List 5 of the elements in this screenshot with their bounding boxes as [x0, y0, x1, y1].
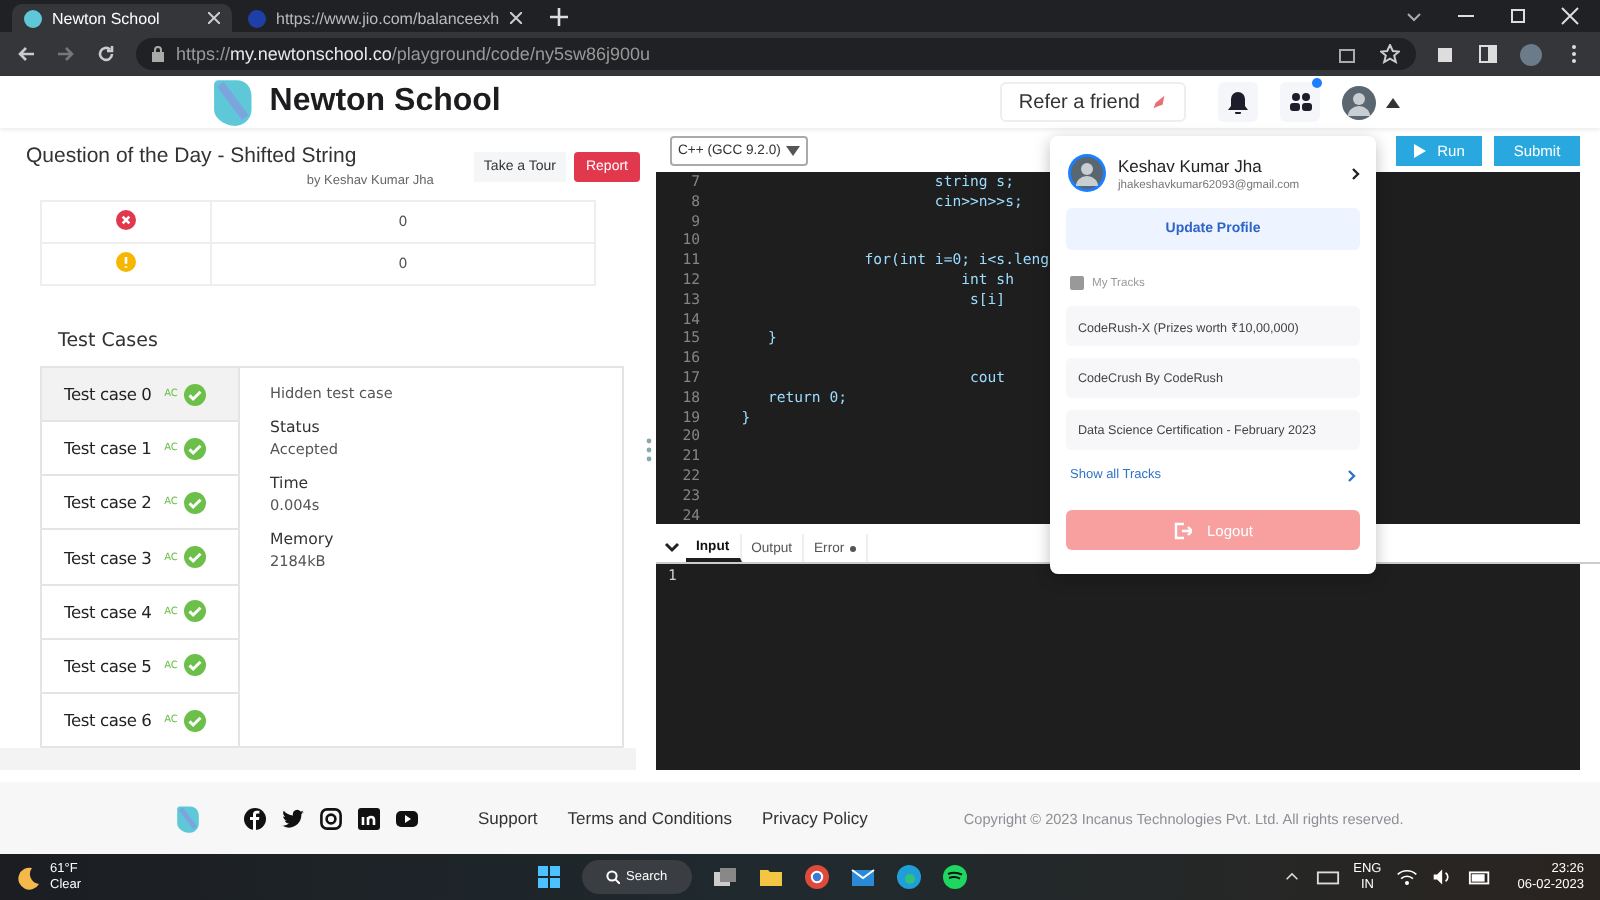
user-name: Keshav Kumar Jha	[1118, 155, 1264, 175]
section-heading: Test Cases	[58, 330, 160, 352]
brand-name: Newton School	[269, 84, 501, 120]
url-text: https://my.newtonschool.co/playground/code/ny5sw86j900u	[176, 44, 650, 64]
problem-title: Question of the Day - Shifted String	[26, 144, 359, 168]
